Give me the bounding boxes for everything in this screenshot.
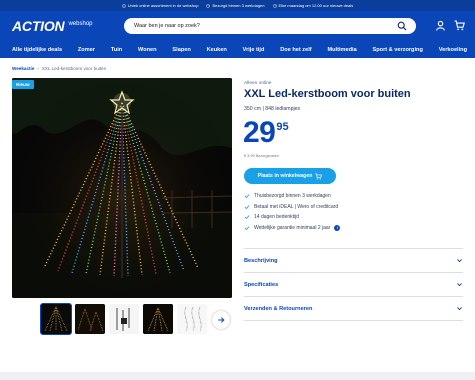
nav-item-doe-het-zelf[interactable]: Doe het zelf [280,47,311,53]
search-input[interactable]: Waar ben je naar op zoek? [124,18,416,34]
thumbnail-image [75,304,105,334]
thumbnail[interactable] [109,304,139,334]
chevron-down-icon [457,283,462,287]
nav-item-zomer[interactable]: Zomer [78,47,95,53]
accordion-verzenden[interactable]: Verzenden & Retourneren [244,296,463,320]
check-icon [244,204,250,209]
thumbnail[interactable] [75,304,105,334]
logo[interactable]: ACTION webshop [12,18,93,34]
search-icon[interactable] [397,21,407,31]
thumbnail-image [177,304,207,334]
feature-item: Wettelijke garantie minimaal 2 jaar i [244,224,341,231]
footer-strip [0,372,475,380]
accordion-specificaties[interactable]: Specificaties [244,272,463,296]
chevron-right-icon: › [37,66,39,71]
thumbnail[interactable] [40,303,72,335]
usp-item: Uniek online assortiment in de webshop [121,3,198,8]
gallery-next-button[interactable] [212,311,230,329]
product-main-image[interactable] [12,78,232,298]
check-icon [244,215,250,220]
nav-item-deals[interactable]: Alle tijdelijke deals [12,47,62,53]
nav-item-vrije-tijd[interactable]: Vrije tijd [243,47,265,53]
product-subtitle: 350 cm | 848 ledlampjes [244,106,301,112]
add-to-cart-button[interactable]: Plaats in winkelwagen [244,168,336,184]
cart-icon [315,172,323,180]
product-title: XXL Led-kerstboom voor buiten [244,88,411,100]
search-placeholder: Waar ben je naar op zoek? [134,23,200,29]
chevron-down-icon [457,259,462,263]
arrow-right-icon [218,317,225,323]
usp-bar: Uniek online assortiment in de webshop B… [0,0,475,11]
thumbnail-image [41,304,71,334]
cart-icon[interactable] [454,20,465,31]
product-brand: Alleen online [244,81,272,86]
nav-item-slapen[interactable]: Slapen [172,47,190,53]
account-icon[interactable] [435,20,446,31]
shield-check-icon [121,3,126,8]
accordion-beschrijving[interactable]: Beschrijving [244,248,463,272]
nav-item-verkoeling[interactable]: Verkoeling [439,47,467,53]
clock-icon [272,3,277,8]
thumbnail[interactable] [177,304,207,334]
usp-item: Bezorgd binnen 3 werkdagen [206,3,265,8]
check-icon [244,226,250,230]
breadcrumb-link[interactable]: Weekactie [12,66,34,71]
clock-icon [206,3,211,8]
led-tree-photo [12,78,232,298]
add-to-cart-label: Plaats in winkelwagen [257,173,313,179]
thumbnail-strip [40,303,207,335]
nav-item-sport[interactable]: Sport & verzorging [373,47,423,53]
thumbnail[interactable] [143,304,173,334]
site-header: ACTION webshop Waar ben je naar op zoek? [0,11,475,41]
logo-subtitle: webshop [68,21,93,27]
accordion-label: Specificaties [244,281,279,288]
breadcrumb-current: XXL Led-kerstboom voor buiten [41,66,107,71]
info-icon[interactable]: i [334,224,341,231]
product-price: 29 95 [243,118,289,148]
check-icon [244,194,250,199]
thumbnail-image [143,304,173,334]
divider [244,320,463,321]
thumbnail-image [109,304,139,334]
breadcrumb: Weekactie › XXL Led-kerstboom voor buite… [12,66,106,71]
nav-item-wonen[interactable]: Wonen [138,47,157,53]
shipping-cost: € 3,99 Bezorgkosten [244,154,279,158]
usp-item: Elke maandag om 12.00 uur nieuwe deals [272,3,353,8]
chevron-down-icon [457,307,462,311]
nav-item-tuin[interactable]: Tuin [111,47,122,53]
price-decimals: 95 [276,121,289,133]
feature-list: Thuisbezorgd binnen 3 werkdagen Betaal m… [244,193,341,231]
logo-wordmark: ACTION [12,18,65,34]
new-badge: Nieuw [12,80,34,89]
feature-item: Betaal met iDEAL | Wero of creditcard [244,204,340,210]
nav-item-keuken[interactable]: Keuken [207,47,227,53]
accordion-label: Verzenden & Retourneren [244,305,313,312]
accordion-label: Beschrijving [244,257,278,264]
nav-item-multimedia[interactable]: Multimedia [327,47,356,53]
feature-item: Thuisbezorgd binnen 3 werkdagen [244,193,340,199]
main-nav: Alle tijdelijke deals Zomer Tuin Wonen S… [0,41,475,58]
price-integer: 29 [243,116,276,149]
feature-item: 14 dagen bedenktijd [244,214,340,220]
